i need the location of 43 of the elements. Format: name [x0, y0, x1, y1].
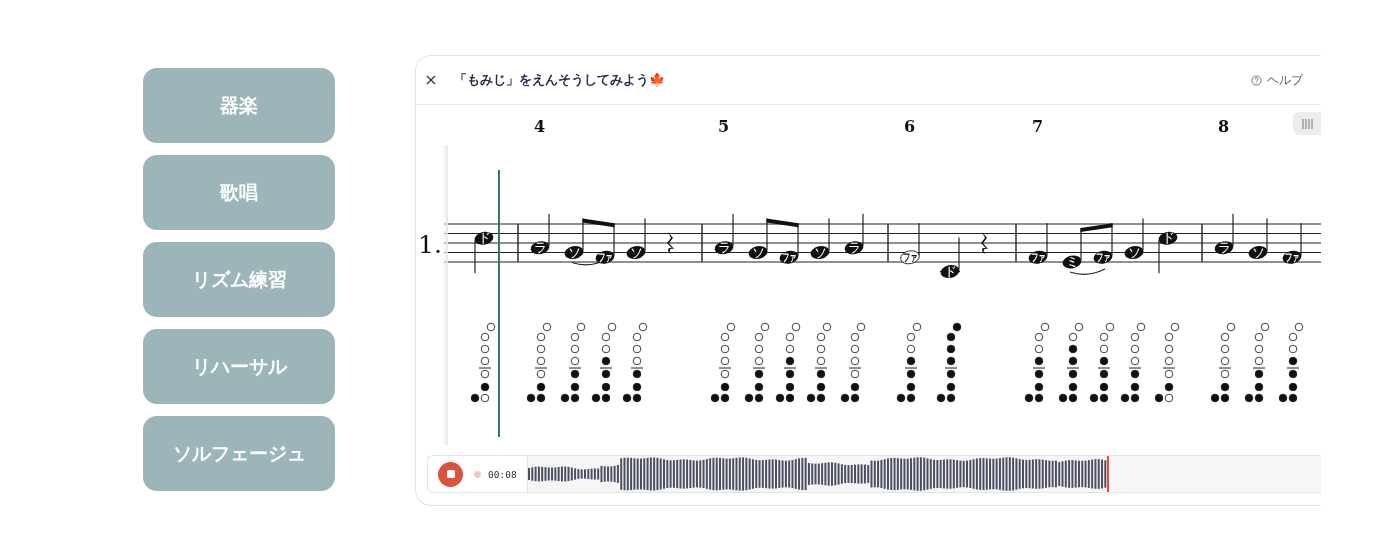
note-syllable: ファ — [902, 251, 925, 265]
measure-number: 4 — [534, 117, 546, 136]
note-syllable: ミ — [1065, 254, 1079, 270]
note-syllable: ファ — [597, 251, 620, 265]
note-syllable: ラ — [1217, 239, 1231, 255]
beam — [582, 218, 615, 228]
note-syllable: ド — [477, 230, 491, 246]
note-syllable: ソ — [1127, 244, 1141, 260]
grip-icon — [1302, 118, 1314, 129]
measure-number: 6 — [904, 117, 916, 136]
note-syllable: ラ — [847, 239, 861, 255]
stop-button[interactable] — [438, 461, 463, 487]
scroll-handle[interactable] — [1293, 112, 1321, 135]
note-syllable: ド — [943, 263, 957, 279]
measure-number: 8 — [1218, 117, 1230, 136]
beam — [1080, 223, 1113, 232]
mode-button[interactable]: 歌唱 — [143, 155, 335, 230]
beam — [766, 218, 799, 228]
note-syllable: ソ — [629, 244, 643, 260]
mode-button[interactable]: ソルフェージュ — [143, 416, 335, 491]
note-syllable: ファ — [1284, 251, 1307, 265]
recording-time: 00:08 — [488, 468, 517, 480]
help-icon — [1251, 74, 1262, 86]
close-icon — [426, 75, 436, 85]
mode-button[interactable]: リズム練習 — [143, 242, 335, 317]
note-syllable: ド — [1161, 230, 1175, 246]
measure-number: 7 — [1032, 117, 1044, 136]
measure-number: 5 — [718, 117, 730, 136]
note-syllable: ラ — [717, 239, 731, 255]
stop-icon — [445, 469, 456, 479]
help-button[interactable]: ヘルプ — [1245, 70, 1309, 90]
note-syllable: ソ — [1251, 244, 1265, 260]
note-syllable: ソ — [567, 244, 581, 260]
note-syllable: ファ — [781, 251, 804, 265]
note-syllable: ラ — [533, 239, 547, 255]
note-syllable: ソ — [751, 244, 765, 260]
mode-button[interactable]: 器楽 — [143, 68, 335, 143]
lesson-title: 「もみじ」をえんそうしてみよう🍁 — [454, 71, 666, 89]
mode-button[interactable]: リハーサル — [143, 329, 335, 404]
note-syllable: ファ — [1030, 251, 1053, 265]
note-syllable: ファ — [1095, 251, 1118, 265]
note-syllable: ソ — [813, 244, 827, 260]
part-label: 1. — [418, 230, 442, 259]
